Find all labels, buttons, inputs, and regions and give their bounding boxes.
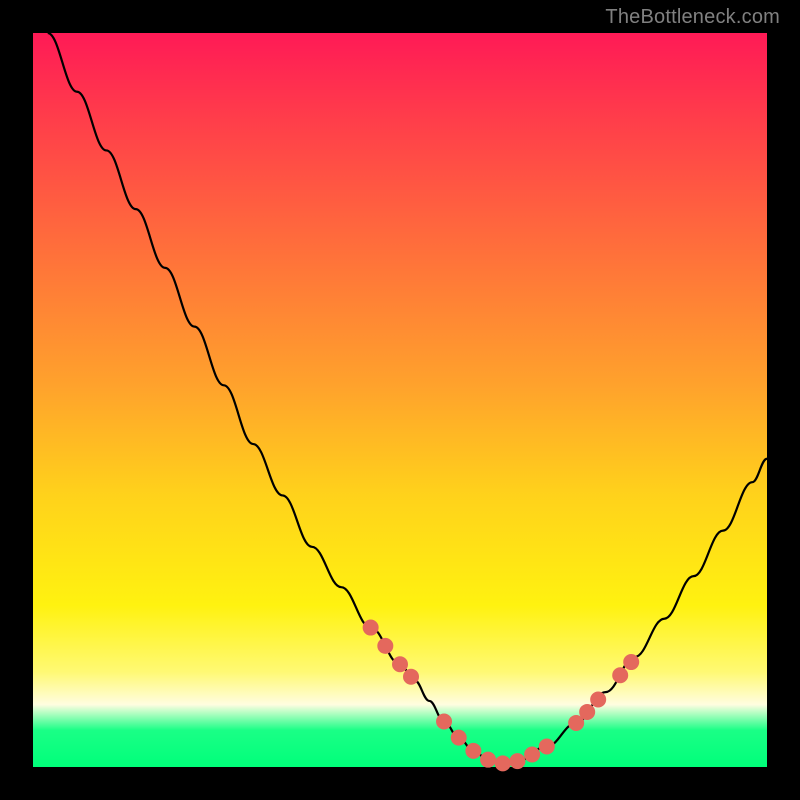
marker-point [495, 756, 510, 771]
chart-canvas: TheBottleneck.com [0, 0, 800, 800]
marker-point [404, 669, 419, 684]
marker-point [510, 754, 525, 769]
marker-point [580, 704, 595, 719]
marker-point [613, 668, 628, 683]
marker-point [437, 714, 452, 729]
marker-point [451, 730, 466, 745]
bottleneck-curve [48, 33, 767, 763]
marker-point [466, 743, 481, 758]
marker-point [525, 747, 540, 762]
marker-point [591, 692, 606, 707]
marker-point [481, 752, 496, 767]
marker-point [569, 715, 584, 730]
chart-svg [0, 0, 800, 800]
marker-point [624, 655, 639, 670]
marker-point [539, 739, 554, 754]
watermark-text: TheBottleneck.com [605, 6, 780, 29]
marker-point [378, 638, 393, 653]
marker-point [393, 657, 408, 672]
marker-point [363, 620, 378, 635]
marker-group [363, 620, 639, 771]
